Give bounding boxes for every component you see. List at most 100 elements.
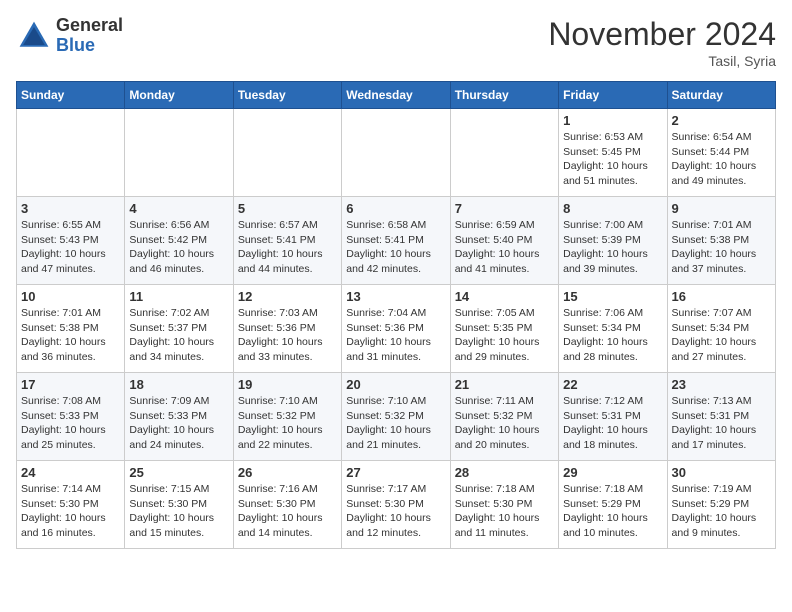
calendar-cell: 30 Sunrise: 7:19 AM Sunset: 5:29 PM Dayli… xyxy=(667,461,775,549)
day-info: Sunrise: 6:54 AM Sunset: 5:44 PM Dayligh… xyxy=(672,130,771,189)
day-info: Sunrise: 7:11 AM Sunset: 5:32 PM Dayligh… xyxy=(455,394,554,453)
day-number: 28 xyxy=(455,465,554,480)
calendar-cell: 14 Sunrise: 7:05 AM Sunset: 5:35 PM Dayli… xyxy=(450,285,558,373)
day-number: 8 xyxy=(563,201,662,216)
day-number: 2 xyxy=(672,113,771,128)
calendar-cell: 29Sunrise: 7:18 AM Sunset: 5:29 PM Dayli… xyxy=(559,461,667,549)
day-number: 23 xyxy=(672,377,771,392)
calendar-cell: 1 Sunrise: 6:53 AM Sunset: 5:45 PM Daylig… xyxy=(559,109,667,197)
calendar-cell: 17 Sunrise: 7:08 AM Sunset: 5:33 PM Dayli… xyxy=(17,373,125,461)
day-info: Sunrise: 7:10 AM Sunset: 5:32 PM Dayligh… xyxy=(238,394,337,453)
day-number: 3 xyxy=(21,201,120,216)
calendar-cell: 13 Sunrise: 7:04 AM Sunset: 5:36 PM Dayli… xyxy=(342,285,450,373)
day-number: 1 xyxy=(563,113,662,128)
day-number: 27 xyxy=(346,465,445,480)
day-number: 13 xyxy=(346,289,445,304)
day-number: 26 xyxy=(238,465,337,480)
week-row-4: 24 Sunrise: 7:14 AM Sunset: 5:30 PM Dayli… xyxy=(17,461,776,549)
day-info: Sunrise: 6:53 AM Sunset: 5:45 PM Dayligh… xyxy=(563,130,662,189)
day-info: Sunrise: 7:06 AM Sunset: 5:34 PM Dayligh… xyxy=(563,306,662,365)
day-info: Sunrise: 7:05 AM Sunset: 5:35 PM Dayligh… xyxy=(455,306,554,365)
col-thursday: Thursday xyxy=(450,82,558,109)
logo-text: General Blue xyxy=(56,16,123,56)
day-info: Sunrise: 7:15 AM Sunset: 5:30 PM Dayligh… xyxy=(129,482,228,541)
day-number: 22 xyxy=(563,377,662,392)
calendar-cell: 3 Sunrise: 6:55 AM Sunset: 5:43 PM Daylig… xyxy=(17,197,125,285)
logo-general: General xyxy=(56,15,123,35)
calendar-header-row: Sunday Monday Tuesday Wednesday Thursday… xyxy=(17,82,776,109)
calendar-cell: 20Sunrise: 7:10 AM Sunset: 5:32 PM Dayli… xyxy=(342,373,450,461)
day-number: 7 xyxy=(455,201,554,216)
day-number: 21 xyxy=(455,377,554,392)
day-info: Sunrise: 7:04 AM Sunset: 5:36 PM Dayligh… xyxy=(346,306,445,365)
day-info: Sunrise: 7:07 AM Sunset: 5:34 PM Dayligh… xyxy=(672,306,771,365)
day-number: 11 xyxy=(129,289,228,304)
calendar-cell: 5 Sunrise: 6:57 AM Sunset: 5:41 PM Daylig… xyxy=(233,197,341,285)
title-block: November 2024 Tasil, Syria xyxy=(548,16,776,69)
day-info: Sunrise: 6:58 AM Sunset: 5:41 PM Dayligh… xyxy=(346,218,445,277)
week-row-3: 17 Sunrise: 7:08 AM Sunset: 5:33 PM Dayli… xyxy=(17,373,776,461)
calendar-cell: 28Sunrise: 7:18 AM Sunset: 5:30 PM Dayli… xyxy=(450,461,558,549)
calendar-cell: 11 Sunrise: 7:02 AM Sunset: 5:37 PM Dayli… xyxy=(125,285,233,373)
day-number: 4 xyxy=(129,201,228,216)
calendar-cell: 21 Sunrise: 7:11 AM Sunset: 5:32 PM Dayli… xyxy=(450,373,558,461)
week-row-0: 1 Sunrise: 6:53 AM Sunset: 5:45 PM Daylig… xyxy=(17,109,776,197)
day-info: Sunrise: 6:57 AM Sunset: 5:41 PM Dayligh… xyxy=(238,218,337,277)
day-info: Sunrise: 7:01 AM Sunset: 5:38 PM Dayligh… xyxy=(21,306,120,365)
col-friday: Friday xyxy=(559,82,667,109)
day-info: Sunrise: 7:12 AM Sunset: 5:31 PM Dayligh… xyxy=(563,394,662,453)
day-number: 12 xyxy=(238,289,337,304)
calendar-cell: 4 Sunrise: 6:56 AM Sunset: 5:42 PM Daylig… xyxy=(125,197,233,285)
day-number: 25 xyxy=(129,465,228,480)
day-number: 20 xyxy=(346,377,445,392)
day-number: 5 xyxy=(238,201,337,216)
day-info: Sunrise: 7:13 AM Sunset: 5:31 PM Dayligh… xyxy=(672,394,771,453)
calendar-cell: 24 Sunrise: 7:14 AM Sunset: 5:30 PM Dayli… xyxy=(17,461,125,549)
calendar-cell: 26 Sunrise: 7:16 AM Sunset: 5:30 PM Dayli… xyxy=(233,461,341,549)
day-number: 16 xyxy=(672,289,771,304)
day-info: Sunrise: 7:00 AM Sunset: 5:39 PM Dayligh… xyxy=(563,218,662,277)
calendar-cell: 15Sunrise: 7:06 AM Sunset: 5:34 PM Dayli… xyxy=(559,285,667,373)
calendar-cell: 9Sunrise: 7:01 AM Sunset: 5:38 PM Daylig… xyxy=(667,197,775,285)
calendar-cell: 6 Sunrise: 6:58 AM Sunset: 5:41 PM Daylig… xyxy=(342,197,450,285)
calendar-cell xyxy=(450,109,558,197)
calendar-cell: 19 Sunrise: 7:10 AM Sunset: 5:32 PM Dayli… xyxy=(233,373,341,461)
calendar-cell: 25 Sunrise: 7:15 AM Sunset: 5:30 PM Dayli… xyxy=(125,461,233,549)
day-number: 18 xyxy=(129,377,228,392)
calendar-cell xyxy=(233,109,341,197)
day-number: 19 xyxy=(238,377,337,392)
day-info: Sunrise: 7:16 AM Sunset: 5:30 PM Dayligh… xyxy=(238,482,337,541)
day-number: 24 xyxy=(21,465,120,480)
day-info: Sunrise: 7:19 AM Sunset: 5:29 PM Dayligh… xyxy=(672,482,771,541)
calendar-cell: 12 Sunrise: 7:03 AM Sunset: 5:36 PM Dayli… xyxy=(233,285,341,373)
day-number: 30 xyxy=(672,465,771,480)
day-info: Sunrise: 6:59 AM Sunset: 5:40 PM Dayligh… xyxy=(455,218,554,277)
logo-blue-text: Blue xyxy=(56,35,95,55)
calendar-cell: 22 Sunrise: 7:12 AM Sunset: 5:31 PM Dayli… xyxy=(559,373,667,461)
location: Tasil, Syria xyxy=(548,53,776,69)
col-monday: Monday xyxy=(125,82,233,109)
day-info: Sunrise: 7:01 AM Sunset: 5:38 PM Dayligh… xyxy=(672,218,771,277)
day-info: Sunrise: 7:14 AM Sunset: 5:30 PM Dayligh… xyxy=(21,482,120,541)
week-row-2: 10 Sunrise: 7:01 AM Sunset: 5:38 PM Dayli… xyxy=(17,285,776,373)
day-info: Sunrise: 6:55 AM Sunset: 5:43 PM Dayligh… xyxy=(21,218,120,277)
calendar-cell: 7 Sunrise: 6:59 AM Sunset: 5:40 PM Daylig… xyxy=(450,197,558,285)
day-info: Sunrise: 6:56 AM Sunset: 5:42 PM Dayligh… xyxy=(129,218,228,277)
page-header: General Blue November 2024 Tasil, Syria xyxy=(16,16,776,69)
day-info: Sunrise: 7:08 AM Sunset: 5:33 PM Dayligh… xyxy=(21,394,120,453)
calendar-cell xyxy=(342,109,450,197)
calendar-cell: 2 Sunrise: 6:54 AM Sunset: 5:44 PM Daylig… xyxy=(667,109,775,197)
day-number: 6 xyxy=(346,201,445,216)
day-info: Sunrise: 7:02 AM Sunset: 5:37 PM Dayligh… xyxy=(129,306,228,365)
calendar-cell: 18Sunrise: 7:09 AM Sunset: 5:33 PM Dayli… xyxy=(125,373,233,461)
calendar-cell: 23 Sunrise: 7:13 AM Sunset: 5:31 PM Dayli… xyxy=(667,373,775,461)
day-info: Sunrise: 7:03 AM Sunset: 5:36 PM Dayligh… xyxy=(238,306,337,365)
col-wednesday: Wednesday xyxy=(342,82,450,109)
day-number: 10 xyxy=(21,289,120,304)
day-number: 29 xyxy=(563,465,662,480)
logo-icon xyxy=(16,18,52,54)
calendar-table: Sunday Monday Tuesday Wednesday Thursday… xyxy=(16,81,776,549)
day-number: 14 xyxy=(455,289,554,304)
day-number: 17 xyxy=(21,377,120,392)
calendar-cell xyxy=(17,109,125,197)
